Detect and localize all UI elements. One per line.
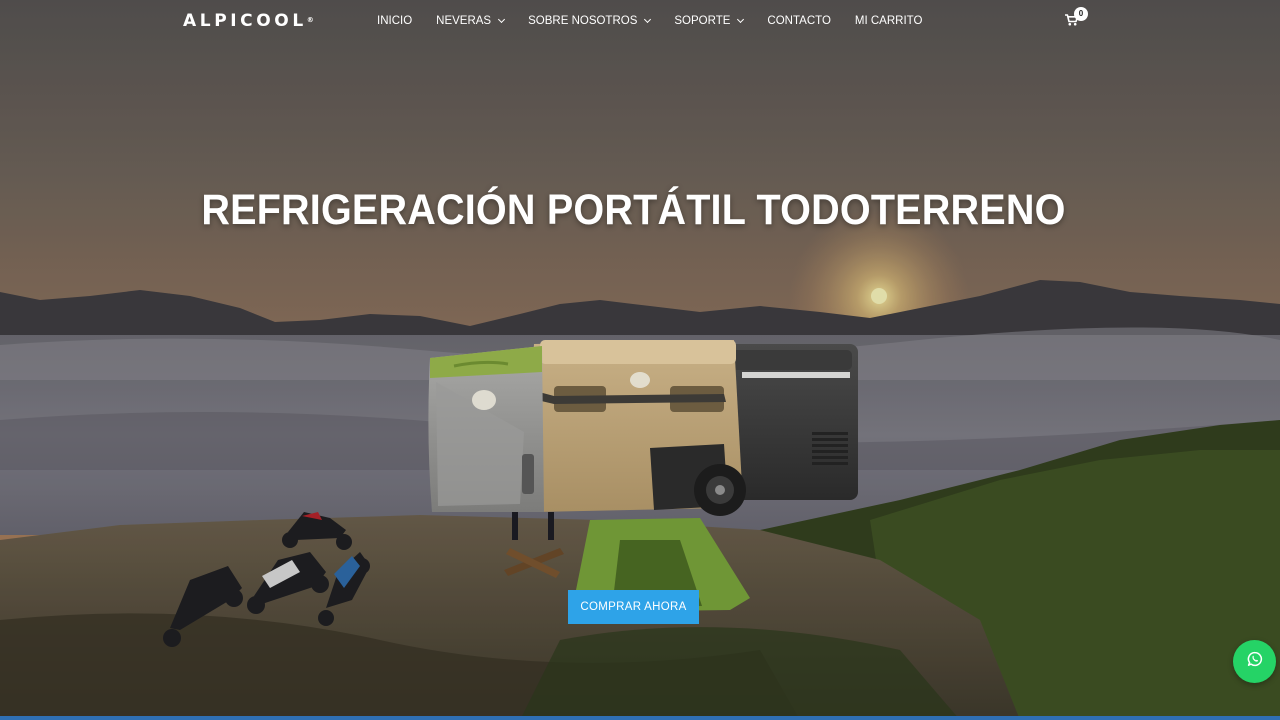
logo-text: ALPICOOL <box>183 11 307 31</box>
nav-item-mi-carrito[interactable]: MI CARRITO <box>855 13 923 29</box>
bottom-accent-bar <box>0 716 1280 720</box>
whatsapp-icon <box>1247 651 1263 672</box>
nav-item-label: NEVERAS <box>436 15 492 27</box>
chevron-down-icon <box>737 15 745 24</box>
nav-item-label: MI CARRITO <box>854 15 923 27</box>
nav-item-label: SOPORTE <box>674 15 731 27</box>
hero-title: REFRIGERACIÓN PORTÁTIL TODOTERRENO <box>201 186 1066 234</box>
registered-mark: ® <box>306 16 314 24</box>
site-header: ALPICOOL® INICIO NEVERAS SOBRE NOSOTROS … <box>0 0 1280 42</box>
nav-item-soporte[interactable]: SOPORTE <box>674 13 745 29</box>
nav-item-neveras[interactable]: NEVERAS <box>436 13 506 29</box>
cart-button[interactable]: 0 <box>1065 7 1091 30</box>
nav-item-label: CONTACTO <box>767 15 831 27</box>
nav-item-label: SOBRE NOSOTROS <box>528 15 638 27</box>
nav-item-label: INICIO <box>377 15 413 27</box>
chevron-down-icon <box>498 15 506 24</box>
alpicool-logo[interactable]: ALPICOOL® <box>183 11 314 31</box>
main-nav: INICIO NEVERAS SOBRE NOSOTROS SOPORTE CO… <box>377 13 946 29</box>
portable-fridge-product-image <box>424 336 860 522</box>
nav-item-sobre-nosotros[interactable]: SOBRE NOSOTROS <box>528 13 652 29</box>
chevron-down-icon <box>644 15 652 24</box>
nav-item-contacto[interactable]: CONTACTO <box>767 13 830 29</box>
nav-item-inicio[interactable]: INICIO <box>377 13 412 29</box>
whatsapp-chat-button[interactable] <box>1233 640 1276 683</box>
comprar-ahora-button[interactable]: COMPRAR AHORA <box>568 590 699 624</box>
cart-count-badge: 0 <box>1074 7 1088 21</box>
